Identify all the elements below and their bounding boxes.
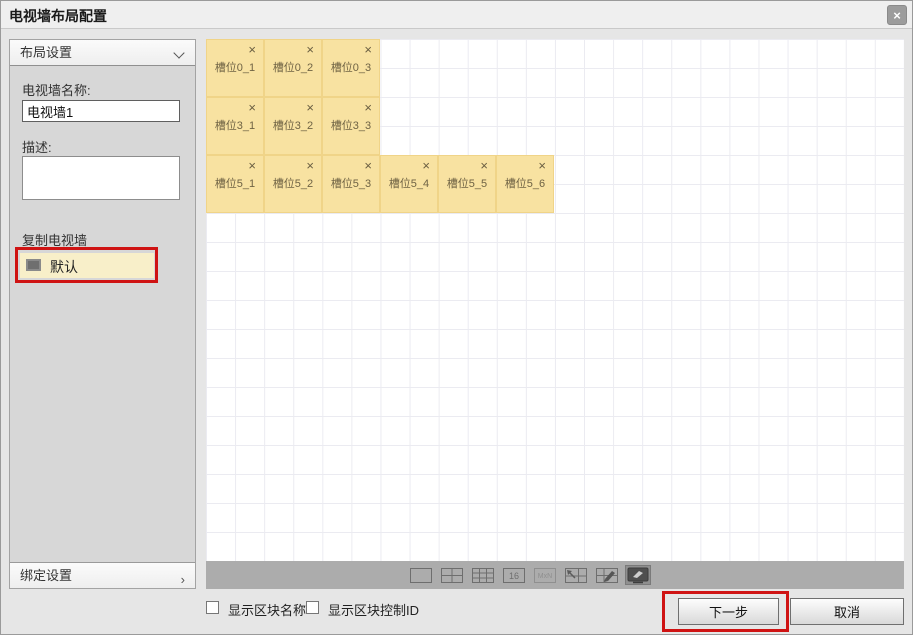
tile-label: 槽位5_4 [381, 175, 437, 191]
chevron-down-icon [173, 47, 184, 58]
tile-槽位0_1[interactable]: × 槽位0_1 [206, 39, 264, 97]
paint-screen-icon[interactable] [625, 565, 651, 585]
svg-text:MxN: MxN [538, 573, 552, 580]
tile-close-icon[interactable]: × [538, 158, 546, 173]
tile-label: 槽位5_6 [497, 175, 553, 191]
description-label: 描述: [22, 137, 52, 156]
tile-close-icon[interactable]: × [364, 42, 372, 57]
tile-label: 槽位5_1 [207, 175, 263, 191]
tile-label: 槽位5_2 [265, 175, 321, 191]
tile-close-icon[interactable]: × [306, 158, 314, 173]
tile-label: 槽位0_2 [265, 59, 321, 75]
layout-single-icon[interactable] [408, 565, 434, 585]
show-block-id-checkbox[interactable] [306, 601, 319, 614]
tile-label: 槽位0_3 [323, 59, 379, 75]
tile-label: 槽位5_5 [439, 175, 495, 191]
tile-槽位3_2[interactable]: × 槽位3_2 [264, 97, 322, 155]
dialog-title: 电视墙布局配置 [9, 6, 107, 26]
tile-close-icon[interactable]: × [248, 42, 256, 57]
tile-label: 槽位3_1 [207, 117, 263, 133]
layout-toolbar: 16 MxN [206, 561, 904, 589]
show-block-id-label: 显示区块控制ID [328, 600, 419, 619]
monitor-icon [26, 259, 41, 271]
layout-2x2-icon[interactable] [439, 565, 465, 585]
layout-settings-label: 布局设置 [20, 45, 72, 60]
layout-canvas[interactable]: × 槽位0_1 × 槽位0_2 × 槽位0_3 × 槽位3_1 × 槽位3_2 × 槽位3_3 × 槽位5… [206, 39, 904, 561]
tile-槽位0_2[interactable]: × 槽位0_2 [264, 39, 322, 97]
tile-close-icon[interactable]: × [364, 100, 372, 115]
layout-mxn-icon[interactable]: MxN [532, 565, 558, 585]
tile-槽位5_4[interactable]: × 槽位5_4 [380, 155, 438, 213]
tile-槽位3_1[interactable]: × 槽位3_1 [206, 97, 264, 155]
tile-close-icon[interactable]: × [248, 100, 256, 115]
tile-close-icon[interactable]: × [248, 158, 256, 173]
copy-item-default[interactable]: 默认 [20, 253, 154, 278]
description-input[interactable] [22, 156, 180, 200]
tile-close-icon[interactable]: × [364, 158, 372, 173]
section-binding-settings[interactable]: 绑定设置 › [10, 562, 195, 588]
show-block-name-label: 显示区块名称 [228, 600, 306, 619]
chevron-right-icon: › [181, 567, 185, 593]
show-block-name-checkbox[interactable] [206, 601, 219, 614]
tile-close-icon[interactable]: × [306, 42, 314, 57]
cancel-button[interactable]: 取消 [790, 598, 904, 625]
tile-槽位3_3[interactable]: × 槽位3_3 [322, 97, 380, 155]
tile-close-icon[interactable]: × [422, 158, 430, 173]
next-button[interactable]: 下一步 [678, 598, 779, 625]
tile-label: 槽位3_3 [323, 117, 379, 133]
svg-text:16: 16 [509, 571, 519, 581]
layout-3x3-icon[interactable] [470, 565, 496, 585]
tile-槽位0_3[interactable]: × 槽位0_3 [322, 39, 380, 97]
tile-label: 槽位3_2 [265, 117, 321, 133]
tile-槽位5_6[interactable]: × 槽位5_6 [496, 155, 554, 213]
tile-label: 槽位0_1 [207, 59, 263, 75]
tile-close-icon[interactable]: × [480, 158, 488, 173]
settings-sidebar: 布局设置 电视墙名称: 描述: 复制电视墙 默认 绑定设置 › [9, 39, 196, 589]
tvwall-name-label: 电视墙名称: [22, 80, 91, 99]
layout-16-icon[interactable]: 16 [501, 565, 527, 585]
title-bar: 电视墙布局配置 × [1, 1, 912, 29]
tile-label: 槽位5_3 [323, 175, 379, 191]
merge-cells-icon[interactable] [563, 565, 589, 585]
tile-槽位5_3[interactable]: × 槽位5_3 [322, 155, 380, 213]
copy-tvwall-label: 复制电视墙 [22, 230, 87, 249]
copy-item-label: 默认 [50, 257, 78, 277]
tile-槽位5_1[interactable]: × 槽位5_1 [206, 155, 264, 213]
tvwall-name-input[interactable] [22, 100, 180, 122]
section-layout-settings[interactable]: 布局设置 [10, 40, 195, 66]
edit-layout-icon[interactable] [594, 565, 620, 585]
binding-settings-label: 绑定设置 [20, 568, 72, 583]
tile-close-icon[interactable]: × [306, 100, 314, 115]
tv-wall-layout-dialog: 电视墙布局配置 × 布局设置 电视墙名称: 描述: 复制电视墙 默认 绑定设置 … [0, 0, 913, 635]
close-icon[interactable]: × [887, 5, 907, 25]
tile-槽位5_2[interactable]: × 槽位5_2 [264, 155, 322, 213]
tile-槽位5_5[interactable]: × 槽位5_5 [438, 155, 496, 213]
